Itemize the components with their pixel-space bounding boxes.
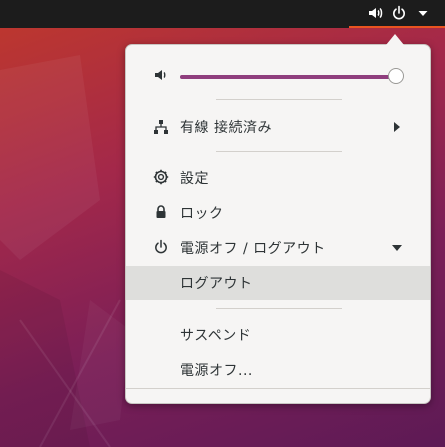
volume-icon <box>367 5 383 21</box>
separator <box>216 308 342 309</box>
suspend-label: サスペンド <box>180 328 252 344</box>
power-off-item[interactable]: 電源オフ... <box>126 353 430 387</box>
submenu-arrow-icon <box>394 122 400 132</box>
volume-row <box>126 45 430 105</box>
suspend-item[interactable]: サスペンド <box>126 318 430 352</box>
volume-slider-handle[interactable] <box>387 68 404 84</box>
power-off-label: 電源オフ... <box>180 363 253 379</box>
menu-bottom-separator <box>126 388 430 389</box>
settings-row[interactable]: 設定 <box>126 161 430 195</box>
volume-icon <box>153 67 169 83</box>
chevron-down-icon <box>392 245 402 251</box>
volume-slider-fill <box>180 75 396 79</box>
top-bar <box>0 0 445 28</box>
volume-slider[interactable] <box>180 68 404 84</box>
separator <box>216 151 342 152</box>
system-status-area[interactable] <box>349 0 445 28</box>
logout-label: ログアウト <box>180 276 253 292</box>
lock-row[interactable]: ロック <box>126 196 430 230</box>
lock-icon <box>153 204 169 220</box>
desktop-wallpaper: 有線 接続済み 設定 ロック 電源オフ / ログアウト ログアウト サスペンド … <box>0 0 445 447</box>
power-icon <box>391 5 407 21</box>
power-off-logout-row[interactable]: 電源オフ / ログアウト <box>126 231 430 265</box>
separator <box>216 99 342 100</box>
chevron-down-icon <box>415 5 431 21</box>
network-label: 有線 接続済み <box>180 120 272 136</box>
lock-label: ロック <box>180 206 224 222</box>
logout-item[interactable]: ログアウト <box>126 266 430 300</box>
power-icon <box>153 239 169 255</box>
system-menu: 有線 接続済み 設定 ロック 電源オフ / ログアウト ログアウト サスペンド … <box>125 44 431 404</box>
settings-label: 設定 <box>180 171 209 187</box>
network-wired-icon <box>153 119 169 135</box>
settings-icon <box>153 169 169 185</box>
menu-pointer <box>386 34 404 45</box>
power-off-logout-label: 電源オフ / ログアウト <box>180 241 326 257</box>
network-row[interactable]: 有線 接続済み <box>126 111 430 143</box>
